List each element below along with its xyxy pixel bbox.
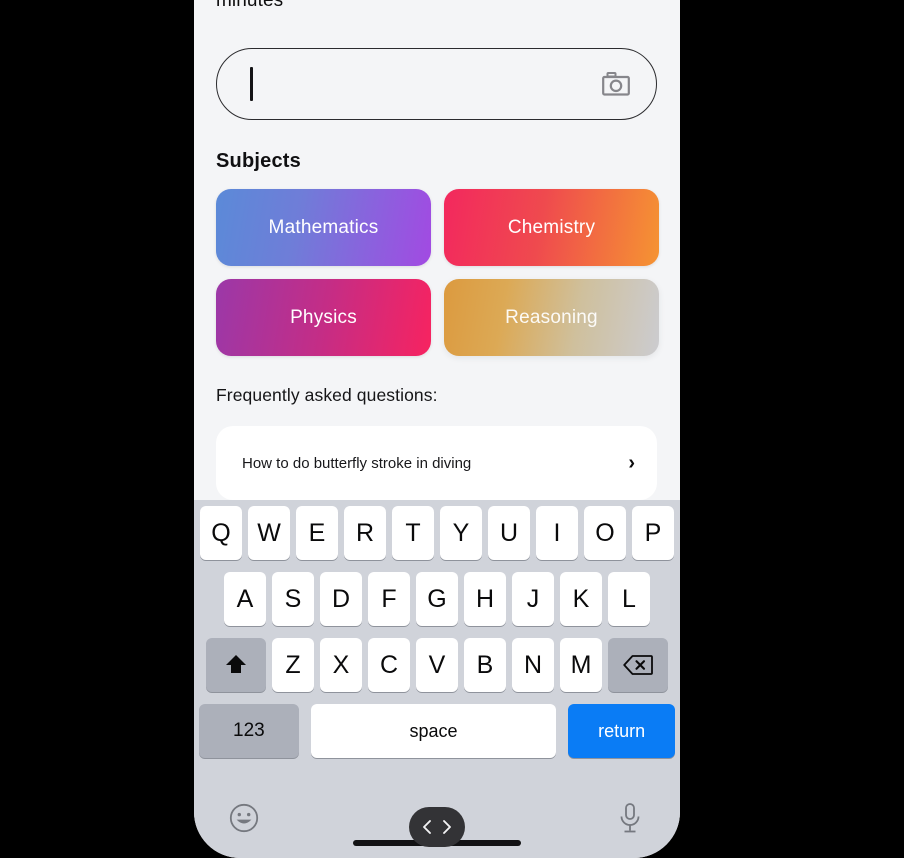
keyboard-bottom-bar	[194, 784, 680, 858]
app-content: minutes Subjects Mathematics Chemistry P…	[194, 0, 680, 500]
key-e[interactable]: E	[296, 506, 338, 560]
subject-button-mathematics[interactable]: Mathematics	[216, 189, 431, 266]
key-v[interactable]: V	[416, 638, 458, 692]
key-o[interactable]: O	[584, 506, 626, 560]
key-j[interactable]: J	[512, 572, 554, 626]
key-k[interactable]: K	[560, 572, 602, 626]
numbers-key[interactable]: 123	[199, 704, 299, 758]
phone-frame: minutes Subjects Mathematics Chemistry P…	[194, 0, 680, 858]
faq-heading: Frequently asked questions:	[216, 385, 438, 405]
keyboard-row-4: 123 space return	[194, 704, 680, 758]
key-p[interactable]: P	[632, 506, 674, 560]
chevron-right-icon: ›	[628, 452, 635, 474]
camera-button[interactable]	[594, 62, 638, 106]
subject-button-physics[interactable]: Physics	[216, 279, 431, 356]
key-r[interactable]: R	[344, 506, 386, 560]
keyboard-row-3: Z X C V B N M	[194, 638, 680, 692]
shift-key[interactable]	[206, 638, 266, 692]
key-g[interactable]: G	[416, 572, 458, 626]
subject-button-chemistry[interactable]: Chemistry	[444, 189, 659, 266]
key-h[interactable]: H	[464, 572, 506, 626]
subjects-heading: Subjects	[216, 150, 301, 172]
key-l[interactable]: L	[608, 572, 650, 626]
navigation-pill[interactable]	[409, 807, 465, 847]
key-i[interactable]: I	[536, 506, 578, 560]
key-d[interactable]: D	[320, 572, 362, 626]
emoji-button[interactable]	[224, 798, 264, 838]
key-w[interactable]: W	[248, 506, 290, 560]
microphone-icon	[620, 803, 640, 833]
space-key[interactable]: space	[310, 704, 557, 758]
screen: minutes Subjects Mathematics Chemistry P…	[0, 0, 904, 858]
onscreen-keyboard: Q W E R T Y U I O P A S D F G H J K L Z …	[194, 500, 680, 858]
keyboard-row-1: Q W E R T Y U I O P	[194, 506, 680, 560]
minutes-label: minutes	[216, 0, 284, 11]
chevron-left-icon	[423, 820, 431, 834]
return-key[interactable]: return	[568, 704, 675, 758]
key-t[interactable]: T	[392, 506, 434, 560]
chevron-right-icon	[443, 820, 451, 834]
key-n[interactable]: N	[512, 638, 554, 692]
key-c[interactable]: C	[368, 638, 410, 692]
key-y[interactable]: Y	[440, 506, 482, 560]
nav-chevrons-icon	[423, 820, 451, 834]
key-z[interactable]: Z	[272, 638, 314, 692]
camera-icon	[602, 72, 630, 96]
subjects-grid: Mathematics Chemistry Physics Reasoning	[216, 189, 659, 356]
key-a[interactable]: A	[224, 572, 266, 626]
faq-item-text: How to do butterfly stroke in diving	[242, 454, 472, 472]
backspace-key[interactable]	[608, 638, 668, 692]
key-q[interactable]: Q	[200, 506, 242, 560]
key-b[interactable]: B	[464, 638, 506, 692]
prompt-input-container[interactable]	[216, 48, 657, 120]
shift-icon	[226, 655, 246, 673]
key-s[interactable]: S	[272, 572, 314, 626]
subject-button-reasoning[interactable]: Reasoning	[444, 279, 659, 356]
keyboard-row-2: A S D F G H J K L	[194, 572, 680, 626]
key-f[interactable]: F	[368, 572, 410, 626]
backspace-icon	[623, 655, 653, 675]
emoji-icon	[229, 803, 259, 833]
prompt-input[interactable]	[252, 73, 594, 95]
faq-item[interactable]: How to do butterfly stroke in diving ›	[216, 426, 657, 500]
key-u[interactable]: U	[488, 506, 530, 560]
key-m[interactable]: M	[560, 638, 602, 692]
microphone-button[interactable]	[610, 798, 650, 838]
key-x[interactable]: X	[320, 638, 362, 692]
